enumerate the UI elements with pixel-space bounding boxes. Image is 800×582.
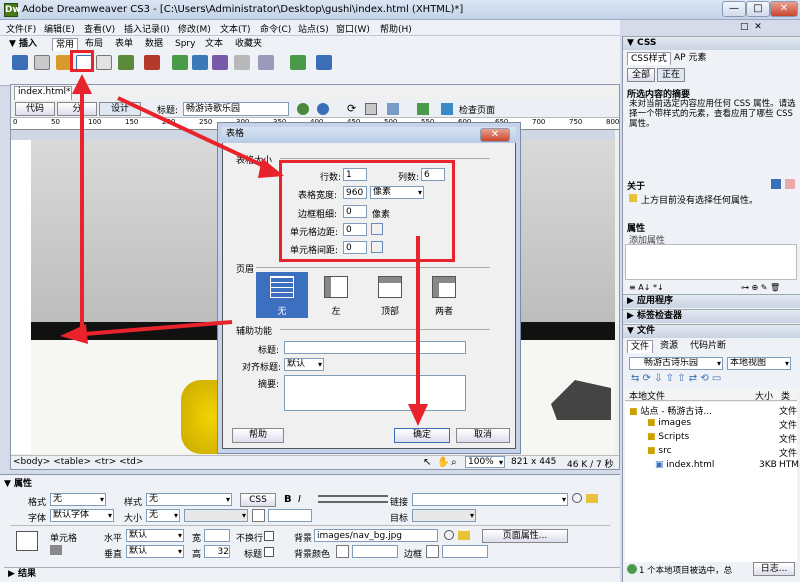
arrow-to-dialog [117, 96, 269, 170]
arrow-down-head [408, 404, 428, 426]
arrow-left-head [60, 324, 88, 344]
arrow-to-dialog-head [258, 158, 284, 178]
annotation-arrows [60, 74, 428, 426]
arrow-left [83, 320, 233, 336]
arrow-up-head [72, 74, 92, 94]
